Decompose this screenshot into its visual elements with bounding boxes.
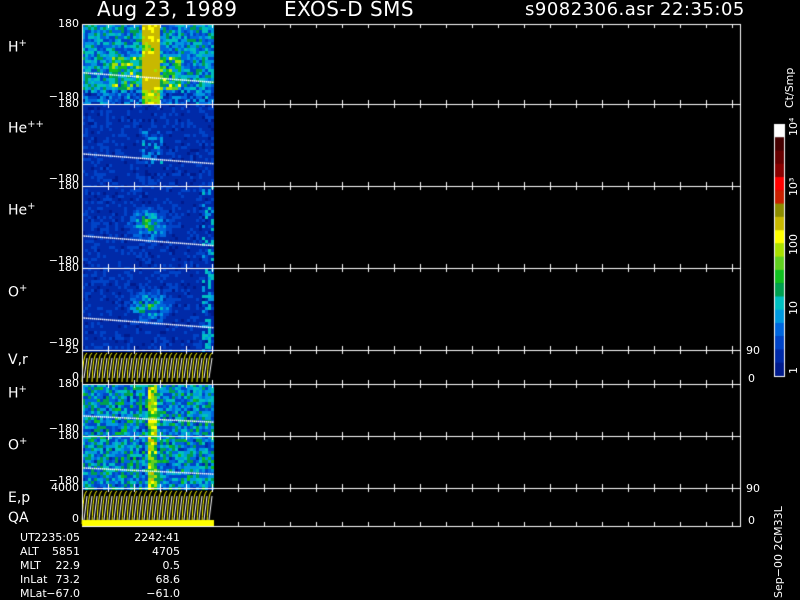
panel-top-tick: 180: [58, 261, 79, 274]
panel-right-bottom-tick: 0: [748, 372, 755, 385]
panel-top-tick: 180: [58, 429, 79, 442]
panel-label: V,r: [8, 352, 28, 368]
panel-label: He++: [8, 119, 44, 137]
panel-label: He+: [8, 201, 36, 219]
colorbar-tick: 10⁴: [787, 117, 800, 136]
panel-label-sup: +: [19, 436, 28, 447]
panel-label-qa: QA: [8, 510, 29, 526]
footer-name: ALT: [20, 545, 39, 558]
panel-label: H+: [8, 38, 27, 56]
panel-label-sup: ++: [27, 119, 44, 130]
panel-label: O+: [8, 283, 28, 301]
footer-v2: 2242:41: [134, 531, 180, 544]
panel-right-top-tick: 90: [746, 344, 760, 357]
footer-v2: 68.6: [155, 573, 181, 586]
instrument-title: EXOS-D SMS: [284, 0, 415, 21]
footer-v2: 4705: [152, 545, 180, 558]
panel-bottom-tick: 0: [72, 512, 79, 525]
footer-name: UT: [20, 531, 35, 544]
footer-v1: 73.2: [55, 573, 81, 586]
footer-v1: 22.9: [55, 559, 81, 572]
panel-label-sup: +: [18, 384, 27, 395]
panel-right-bottom-tick: 0: [748, 514, 755, 527]
footer-v2: −61.0: [146, 587, 180, 600]
panel-top-tick: 180: [58, 377, 79, 390]
panel-top-tick: 25: [65, 343, 79, 356]
footer-v1: −67.0: [46, 587, 80, 600]
footer-v1: 5851: [52, 545, 80, 558]
footer-v2: 0.5: [162, 559, 181, 572]
footer-side-text: Sep−00 2CM33L: [772, 506, 785, 598]
date-title: Aug 23, 1989: [97, 0, 238, 21]
colorbar-unit: Ct/Smp: [783, 67, 796, 108]
panel-label: O+: [8, 436, 28, 454]
footer-v1: 2235:05: [34, 531, 80, 544]
panel-label-sup: +: [19, 283, 28, 294]
panel-label: H+: [8, 384, 27, 402]
footer-name: MLat: [20, 587, 47, 600]
panel-label-sup: +: [27, 201, 36, 212]
panel-top-tick: 180: [58, 97, 79, 110]
footer-name: MLT: [20, 559, 41, 572]
colorbar-tick: 100: [787, 234, 800, 255]
colorbar-tick: 10: [787, 300, 800, 315]
file-time: 22:35:05: [660, 0, 745, 20]
file-name: s9082306.asr: [525, 0, 655, 20]
panel-top-tick: 180: [58, 17, 79, 30]
panel-label: E,p: [8, 490, 31, 506]
footer-name: InLat: [20, 573, 48, 586]
panel-top-tick: 4000: [51, 481, 79, 494]
panel-label-sup: +: [18, 38, 27, 49]
panel-right-top-tick: 90: [746, 482, 760, 495]
colorbar-tick: 10³: [787, 177, 800, 196]
spectrogram-canvas: [0, 0, 800, 600]
colorbar-tick: 1: [787, 367, 800, 374]
panel-top-tick: 180: [58, 179, 79, 192]
